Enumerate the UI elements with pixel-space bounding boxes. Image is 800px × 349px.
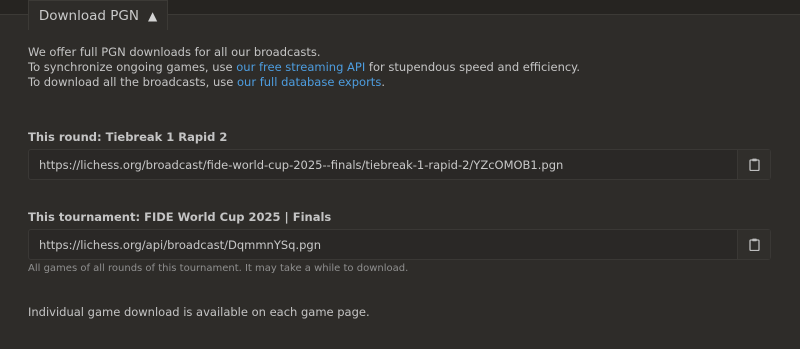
tournament-copy-button[interactable] (737, 230, 770, 259)
streaming-api-link[interactable]: our free streaming API (236, 60, 365, 74)
clipboard-icon (748, 238, 760, 251)
intro-line-2-pre: To synchronize ongoing games, use (28, 60, 237, 74)
round-url-input[interactable]: https://lichess.org/broadcast/fide-world… (29, 158, 737, 172)
intro-line-3-pre: To download all the broadcasts, use (28, 75, 237, 89)
tournament-url-field[interactable]: https://lichess.org/api/broadcast/DqmmnY… (28, 229, 771, 260)
download-pgn-tab[interactable]: Download PGN ▲ (28, 0, 168, 30)
footer-note: Individual game download is available on… (28, 305, 370, 319)
intro-line-3-post: . (381, 75, 385, 89)
clipboard-icon (748, 158, 760, 171)
tournament-label: This tournament: FIDE World Cup 2025 | F… (28, 210, 332, 224)
intro-line-2-post: for stupendous speed and efficiency. (365, 60, 581, 74)
round-url-field[interactable]: https://lichess.org/broadcast/fide-world… (28, 149, 771, 180)
database-exports-link[interactable]: our full database exports (237, 75, 381, 89)
collapse-arrow-icon: ▲ (147, 8, 158, 23)
tab-label: Download PGN (38, 7, 139, 24)
intro-text: We offer full PGN downloads for all our … (28, 45, 580, 90)
round-copy-button[interactable] (737, 150, 770, 179)
round-label: This round: Tiebreak 1 Rapid 2 (28, 130, 228, 144)
intro-line-3: To download all the broadcasts, use our … (28, 75, 580, 90)
tournament-url-input[interactable]: https://lichess.org/api/broadcast/DqmmnY… (29, 238, 737, 252)
intro-line-1: We offer full PGN downloads for all our … (28, 45, 321, 59)
tournament-note: All games of all rounds of this tourname… (28, 263, 409, 274)
intro-line-2: To synchronize ongoing games, use our fr… (28, 60, 580, 75)
